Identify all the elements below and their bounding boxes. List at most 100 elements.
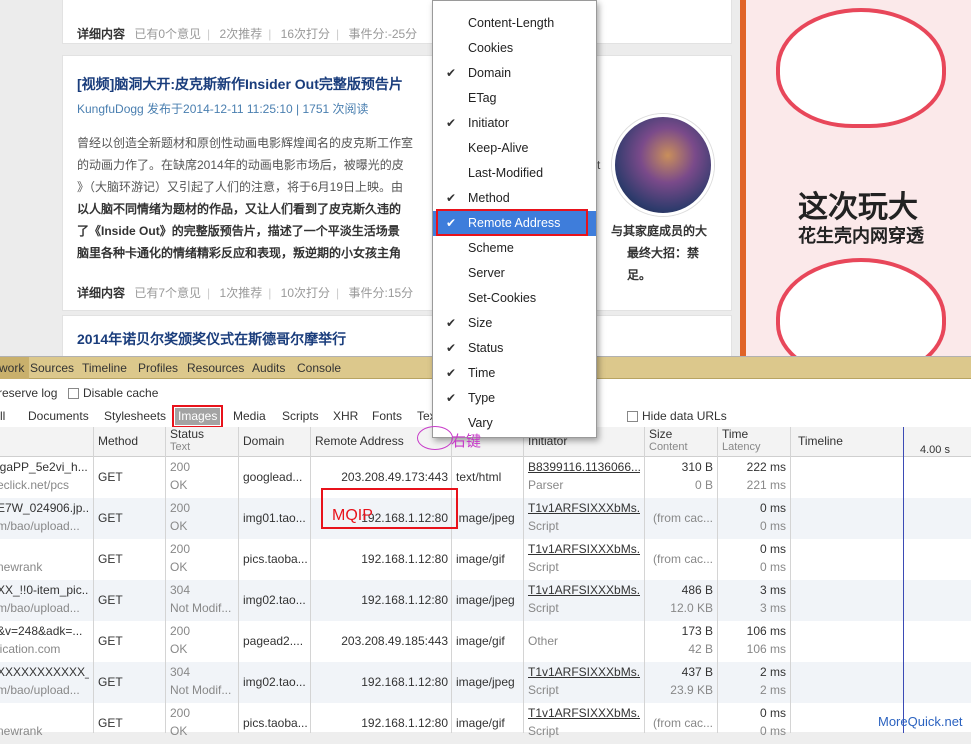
table-row[interactable]: XXXXXXXXXXX_... m/bao/upload... GET 304 …	[0, 662, 971, 703]
request-method: GET	[98, 552, 123, 566]
request-domain: pagead2....	[243, 634, 304, 648]
tab-console[interactable]: Console	[292, 357, 346, 379]
request-initiator[interactable]: B8399116.1136066...	[528, 460, 640, 474]
menu-item-method[interactable]: ✔ Method	[433, 186, 596, 211]
request-initiator[interactable]: T1v1ARFSIXXXbMs...	[528, 706, 640, 720]
tab-timeline[interactable]: Timeline	[77, 357, 132, 379]
request-status-text: OK	[170, 519, 188, 533]
request-initiator[interactable]: T1v1ARFSIXXXbMs...	[528, 583, 640, 597]
request-remote-address: 192.168.1.12:80	[361, 716, 448, 730]
request-name[interactable]: &v=248&adk=...	[0, 624, 89, 638]
request-name[interactable]: igaPP_5e2vi_h...	[0, 460, 89, 474]
cartoon-face-image	[776, 8, 946, 128]
tab-sources[interactable]: Sources	[25, 357, 79, 379]
menu-item-type[interactable]: ✔ Type	[433, 386, 596, 411]
table-row[interactable]: newrank GET 200 OK pics.taoba... 192.168…	[0, 703, 971, 744]
request-remote-address: 192.168.1.12:80	[361, 675, 448, 689]
request-size: 173 B	[681, 624, 713, 638]
checkbox-icon[interactable]	[627, 411, 638, 422]
right-click-circle	[417, 426, 453, 450]
filter-scripts[interactable]: Scripts	[279, 408, 322, 425]
column-time[interactable]: Time Latency	[722, 428, 761, 454]
request-status-text: Not Modif...	[170, 601, 232, 615]
menu-item-server[interactable]: Server	[433, 261, 596, 286]
checkbox-icon[interactable]	[68, 388, 79, 399]
menu-item-etag[interactable]: ETag	[433, 86, 596, 111]
menu-item-time[interactable]: ✔ Time	[433, 361, 596, 386]
column-domain[interactable]: Domain	[243, 435, 284, 448]
request-size: (from cac...	[652, 716, 713, 730]
opinions-count[interactable]: 已有0个意见	[134, 27, 201, 41]
request-type: image/jpeg	[456, 593, 515, 607]
menu-item-label: Last-Modified	[468, 166, 544, 180]
article-title[interactable]: 2014年诺贝尔奖颁奖仪式在斯德哥尔摩举行	[77, 329, 346, 349]
ad-banner[interactable]: 这次玩大 花生壳内网穿透	[740, 0, 971, 356]
menu-item-last-modified[interactable]: Last-Modified	[433, 161, 596, 186]
column-remote-address[interactable]: Remote Address	[315, 435, 404, 448]
tab-profiles[interactable]: Profiles	[133, 357, 183, 379]
detail-link[interactable]: 详细内容	[77, 27, 125, 41]
article-thumbnail-image[interactable]	[612, 114, 714, 216]
request-name[interactable]: E7W_024906.jp...	[0, 501, 89, 515]
request-content-size: 23.9 KB	[670, 683, 713, 697]
menu-item-label: Keep-Alive	[468, 141, 529, 155]
article-title[interactable]: [视频]脑洞大开:皮克斯新作Insider Out完整版预告片	[77, 74, 403, 94]
menu-item-domain[interactable]: ✔ Domain	[433, 61, 596, 86]
request-initiator[interactable]: Other	[528, 634, 640, 648]
filter-images[interactable]: Images	[171, 405, 224, 428]
filter-xhr[interactable]: XHR	[330, 408, 361, 425]
request-initiator[interactable]: T1v1ARFSIXXXbMs...	[528, 501, 640, 515]
request-type: image/gif	[456, 552, 505, 566]
filter-media[interactable]: Media	[230, 408, 269, 425]
request-latency: 3 ms	[759, 601, 786, 615]
menu-item-size[interactable]: ✔ Size	[433, 311, 596, 336]
menu-item-content-length[interactable]: Content-Length	[433, 11, 596, 36]
column-size[interactable]: Size Content	[649, 428, 688, 454]
table-row[interactable]: newrank GET 200 OK pics.taoba... 192.168…	[0, 539, 971, 580]
table-row[interactable]: E7W_024906.jp... m/bao/upload... GET 200…	[0, 498, 971, 539]
column-status[interactable]: Status Text	[170, 428, 204, 454]
menu-item-set-cookies[interactable]: Set-Cookies	[433, 286, 596, 311]
checkmark-icon: ✔	[446, 191, 457, 205]
tab-audits[interactable]: Audits	[247, 357, 290, 379]
table-row[interactable]: igaPP_5e2vi_h... eclick.net/pcs GET 200 …	[0, 457, 971, 498]
menu-item-scheme[interactable]: Scheme	[433, 236, 596, 261]
event-score: 事件分:-25分	[348, 27, 418, 41]
checkmark-icon: ✔	[446, 116, 457, 130]
disable-cache-checkbox[interactable]: Disable cache	[68, 386, 158, 400]
request-latency: 0 ms	[759, 560, 786, 574]
column-timeline[interactable]: Timeline	[798, 435, 843, 448]
menu-item-label: Initiator	[468, 116, 509, 130]
menu-item-status[interactable]: ✔ Status	[433, 336, 596, 361]
filter-documents[interactable]: Documents	[25, 408, 92, 425]
request-time: 222 ms	[746, 460, 786, 474]
request-initiator[interactable]: T1v1ARFSIXXXbMs...	[528, 542, 640, 556]
menu-item-label: Type	[468, 391, 496, 405]
opinions-count[interactable]: 已有7个意见	[134, 286, 201, 300]
column-method[interactable]: Method	[98, 435, 138, 448]
tab-resources[interactable]: Resources	[182, 357, 249, 379]
menu-item-keep-alive[interactable]: Keep-Alive	[433, 136, 596, 161]
filter-stylesheets[interactable]: Stylesheets	[101, 408, 169, 425]
menu-item-label: Cookies	[468, 41, 514, 55]
request-time: 0 ms	[759, 542, 786, 556]
filter-all[interactable]: ll	[0, 408, 8, 425]
request-size: (from cac...	[652, 552, 713, 566]
table-row[interactable]: &v=248&adk=... lication.com GET 200 OK p…	[0, 621, 971, 662]
request-name[interactable]: XXXXXXXXXXX_...	[0, 665, 89, 679]
article-byline[interactable]: KungfuDogg 发布于2014-12-11 11:25:10 | 1751…	[77, 100, 369, 117]
request-initiator-type: Script	[528, 683, 559, 697]
menu-item-cookies[interactable]: Cookies	[433, 36, 596, 61]
hide-data-urls-checkbox[interactable]: Hide data URLs	[624, 408, 730, 425]
request-size: 310 B	[681, 460, 713, 474]
request-initiator[interactable]: T1v1ARFSIXXXbMs...	[528, 665, 640, 679]
menu-item-initiator[interactable]: ✔ Initiator	[433, 111, 596, 136]
request-time: 3 ms	[759, 583, 786, 597]
table-row[interactable]: XX_!!0-item_pic... m/bao/upload... GET 3…	[0, 580, 971, 621]
checkmark-icon: ✔	[446, 391, 457, 405]
detail-link[interactable]: 详细内容	[77, 286, 125, 300]
preserve-log-label[interactable]: reserve log	[0, 386, 57, 400]
event-score: 事件分:15分	[348, 286, 414, 300]
filter-fonts[interactable]: Fonts	[369, 408, 405, 425]
request-name[interactable]: XX_!!0-item_pic...	[0, 583, 89, 597]
